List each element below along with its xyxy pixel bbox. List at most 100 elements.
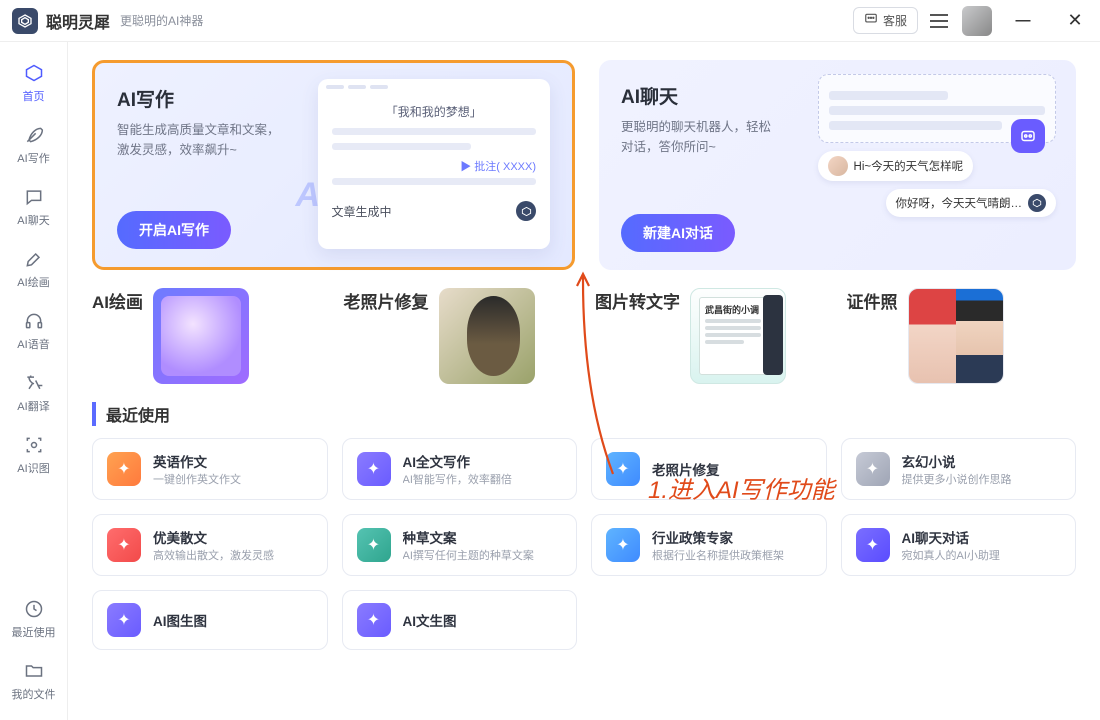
recent-card[interactable]: ✦ AI图生图 bbox=[92, 590, 328, 650]
menu-icon[interactable] bbox=[928, 10, 950, 32]
recent-heading: 最近使用 bbox=[92, 402, 1076, 426]
preview-annotation: ▶ 批注( XXXX) bbox=[318, 158, 550, 174]
card-subtitle: 高效输出散文，激发灵感 bbox=[153, 547, 274, 563]
tile-photo-restore[interactable]: 老照片修复 bbox=[344, 288, 574, 384]
writing-preview: 「我和我的梦想」 ▶ 批注( XXXX) 文章生成中 bbox=[318, 79, 550, 249]
nav-label: 我的文件 bbox=[12, 686, 56, 702]
hex-logo-icon bbox=[516, 201, 536, 221]
id-photo-thumbnail bbox=[908, 288, 1004, 384]
card-subtitle: AI智能写作，效率翻倍 bbox=[403, 471, 512, 487]
card-title: AI文生图 bbox=[403, 610, 457, 630]
ocr-thumbnail: 武昌街的小调 bbox=[690, 288, 786, 384]
hex-logo-icon bbox=[1028, 194, 1046, 212]
card-title: AI全文写作 bbox=[403, 451, 512, 471]
preview-doc-title: 「我和我的梦想」 bbox=[318, 103, 550, 120]
phone-icon bbox=[763, 295, 783, 375]
nav-files[interactable]: 我的文件 bbox=[0, 650, 67, 712]
minimize-button[interactable]: — bbox=[1010, 12, 1036, 29]
tile-ai-paint[interactable]: AI绘画 bbox=[92, 288, 322, 384]
scan-icon bbox=[23, 434, 45, 456]
nav-voice[interactable]: AI语音 bbox=[0, 300, 67, 362]
recent-card[interactable]: ✦玄幻小说提供更多小说创作思路 bbox=[841, 438, 1077, 500]
app-tagline: 更聪明的AI神器 bbox=[120, 12, 203, 29]
card-icon: ✦ bbox=[357, 452, 391, 486]
card-icon: ✦ bbox=[856, 528, 890, 562]
card-icon: ✦ bbox=[107, 452, 141, 486]
chat-icon bbox=[23, 186, 45, 208]
recent-card[interactable]: ✦ 行业政策专家根据行业名称提供政策框架 bbox=[591, 514, 827, 576]
card-title: 行业政策专家 bbox=[652, 527, 784, 547]
titlebar: 聪明灵犀 更聪明的AI神器 客服 — ✕ bbox=[0, 0, 1100, 42]
nav-writing[interactable]: AI写作 bbox=[0, 114, 67, 176]
new-chat-button[interactable]: 新建AI对话 bbox=[621, 214, 735, 252]
nav-chat[interactable]: AI聊天 bbox=[0, 176, 67, 238]
headphones-icon bbox=[23, 310, 45, 332]
recent-card[interactable]: ✦ 英语作文一键创作英文作文 bbox=[92, 438, 328, 500]
nav-recent[interactable]: 最近使用 bbox=[0, 588, 67, 650]
close-button[interactable]: ✕ bbox=[1062, 10, 1088, 31]
hero-writing-card[interactable]: AI写作 智能生成高质量文章和文案， 激发灵感，效率飙升~ 开启AI写作 AI … bbox=[92, 60, 575, 270]
nav-translate[interactable]: AI翻译 bbox=[0, 362, 67, 424]
support-label: 客服 bbox=[883, 12, 907, 29]
recent-card[interactable]: ✦ AI全文写作AI智能写作，效率翻倍 bbox=[342, 438, 578, 500]
card-subtitle: 根据行业名称提供政策框架 bbox=[652, 547, 784, 563]
card-title: 老照片修复 bbox=[652, 459, 720, 479]
tile-ocr[interactable]: 图片转文字 武昌街的小调 bbox=[595, 288, 825, 384]
tile-id-photo[interactable]: 证件照 bbox=[847, 288, 1077, 384]
start-writing-button[interactable]: 开启AI写作 bbox=[117, 211, 231, 249]
recent-card[interactable]: ✦ 老照片修复 bbox=[591, 438, 827, 500]
nav-label: AI识图 bbox=[17, 460, 49, 476]
nav-label: AI聊天 bbox=[17, 212, 49, 228]
card-icon: ✦ bbox=[107, 603, 141, 637]
card-subtitle: 宛如真人的AI小助理 bbox=[902, 547, 1000, 563]
card-title: 英语作文 bbox=[153, 451, 241, 471]
card-subtitle: AI撰写任何主题的种草文案 bbox=[403, 547, 534, 563]
hero-writing-desc: 智能生成高质量文章和文案， 激发灵感，效率飙升~ bbox=[117, 120, 308, 160]
tile-title: 图片转文字 bbox=[595, 288, 680, 313]
recent-card[interactable]: ✦ 优美散文高效输出散文，激发灵感 bbox=[92, 514, 328, 576]
card-title: 玄幻小说 bbox=[902, 451, 1012, 471]
ocr-sample-title: 武昌街的小调 bbox=[705, 303, 761, 316]
bot-icon bbox=[1011, 119, 1045, 153]
hero-writing-title: AI写作 bbox=[117, 85, 308, 112]
card-subtitle: 一键创作英文作文 bbox=[153, 471, 241, 487]
nav-paint[interactable]: AI绘画 bbox=[0, 238, 67, 300]
recent-card[interactable]: ✦种草文案AI撰写任何主题的种草文案 bbox=[342, 514, 578, 576]
hero-chat-card[interactable]: AI聊天 更聪明的聊天机器人，轻松 对话，答你所问~ 新建AI对话 bbox=[599, 60, 1076, 270]
app-logo-icon bbox=[12, 8, 38, 34]
home-icon bbox=[23, 62, 45, 84]
sidebar: 首页 AI写作 AI聊天 AI绘画 AI语音 AI翻译 AI识图 最 bbox=[0, 42, 68, 720]
user-avatar[interactable] bbox=[962, 6, 992, 36]
card-icon: ✦ bbox=[107, 528, 141, 562]
nav-home[interactable]: 首页 bbox=[0, 52, 67, 114]
card-icon: ✦ bbox=[606, 452, 640, 486]
card-title: 优美散文 bbox=[153, 527, 274, 547]
paint-thumbnail bbox=[153, 288, 249, 384]
card-title: AI图生图 bbox=[153, 610, 207, 630]
nav-ocr[interactable]: AI识图 bbox=[0, 424, 67, 486]
nav-label: 最近使用 bbox=[12, 624, 56, 640]
hero-chat-title: AI聊天 bbox=[621, 82, 812, 109]
chat-preview: Hi~今天的天气怎样呢 你好呀，今天天气晴朗… bbox=[818, 74, 1056, 254]
card-icon: ✦ bbox=[606, 528, 640, 562]
user-avatar-small bbox=[828, 156, 848, 176]
feather-icon bbox=[23, 124, 45, 146]
tile-title: 老照片修复 bbox=[344, 288, 429, 313]
nav-label: AI翻译 bbox=[17, 398, 49, 414]
nav-label: AI绘画 bbox=[17, 274, 49, 290]
recent-card[interactable]: ✦AI文生图 bbox=[342, 590, 578, 650]
chat-bubble-icon bbox=[864, 12, 878, 29]
preview-generating: 文章生成中 bbox=[332, 203, 392, 220]
card-title: 种草文案 bbox=[403, 527, 534, 547]
recent-grid: ✦ 英语作文一键创作英文作文 ✦ AI全文写作AI智能写作，效率翻倍 ✦ 老照片修复 ✦ 玄幻… bbox=[92, 438, 1076, 650]
recent-card[interactable]: ✦AI聊天对话宛如真人的AI小助理 bbox=[841, 514, 1077, 576]
card-icon: ✦ bbox=[856, 452, 890, 486]
support-button[interactable]: 客服 bbox=[853, 7, 918, 34]
nav-label: 首页 bbox=[23, 88, 45, 104]
clock-icon bbox=[23, 598, 45, 620]
chat-msg-bot: 你好呀，今天天气晴朗… bbox=[886, 189, 1057, 217]
nav-label: AI语音 bbox=[17, 336, 49, 352]
tile-title: AI绘画 bbox=[92, 288, 143, 313]
nav-label: AI写作 bbox=[17, 150, 49, 166]
folder-icon bbox=[23, 660, 45, 682]
